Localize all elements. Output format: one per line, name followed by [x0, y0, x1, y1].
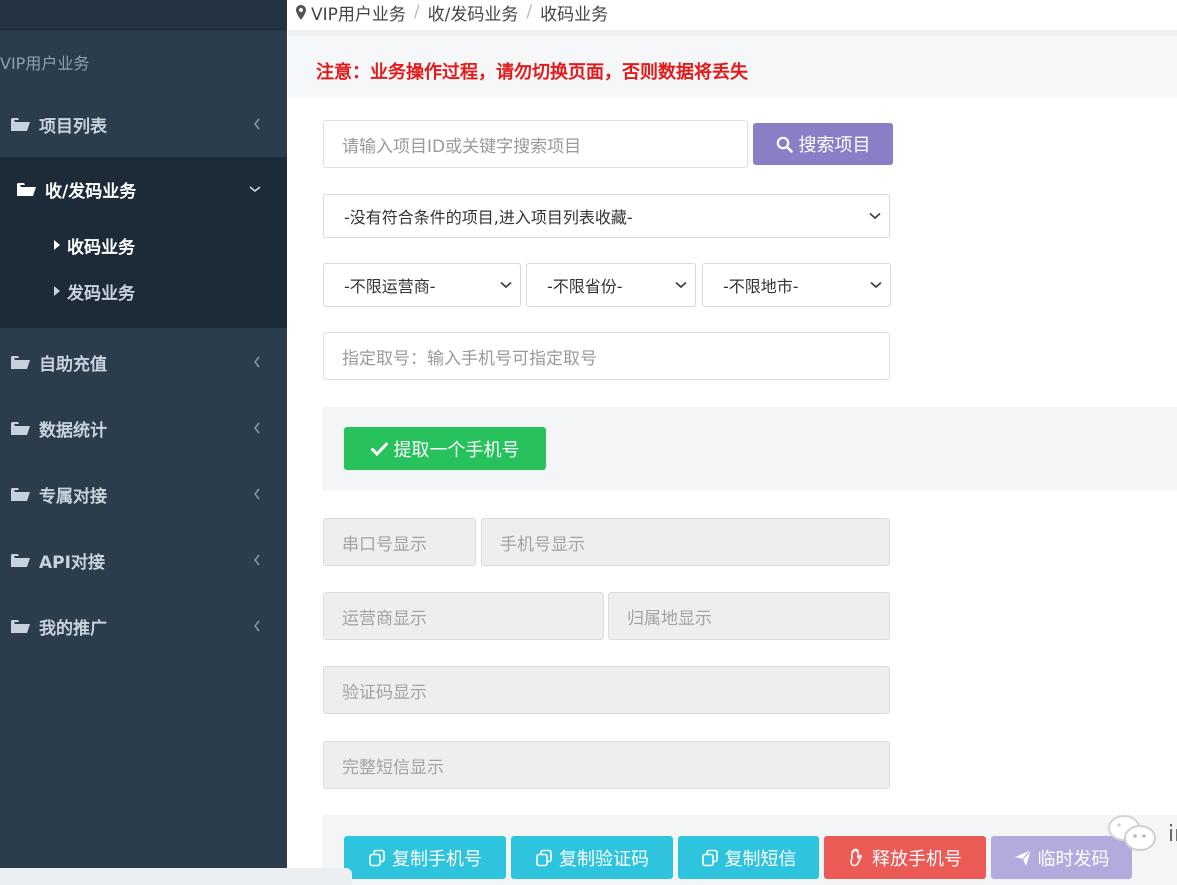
chevron-left-icon: [253, 340, 261, 384]
release-phone-button[interactable]: 释放手机号: [824, 836, 986, 879]
city-select-value: -不限地市-: [723, 277, 799, 296]
sidebar-subitem-label: 发码业务: [67, 283, 135, 304]
breadcrumb-item-vip[interactable]: VIP用户业务: [311, 0, 406, 25]
breadcrumb-separator: /: [413, 2, 420, 22]
copy-phone-button[interactable]: 复制手机号: [344, 836, 506, 879]
search-project-button[interactable]: 搜索项目: [753, 123, 893, 165]
paper-plane-icon: [1014, 849, 1031, 866]
sidebar-item-label: 我的推广: [39, 618, 107, 639]
sidebar: VIP用户业务 项目列表 收/发码业务 收码业务 发码业务 自助充值 数据统计 …: [0, 0, 287, 885]
chevron-left-icon: [253, 102, 261, 146]
bottom-bar: [0, 868, 352, 885]
caret-right-icon: [54, 240, 60, 250]
copy-sms-label: 复制短信: [724, 848, 797, 870]
notice-warning-text: 注意：业务操作过程，请勿切换页面，否则数据将丢失: [316, 62, 748, 83]
sidebar-item-projects[interactable]: 项目列表: [0, 102, 287, 146]
province-select[interactable]: -不限省份-: [526, 263, 696, 307]
sidebar-item-promotion[interactable]: 我的推广: [0, 604, 287, 648]
folder-icon: [11, 619, 31, 634]
location-display-field: 归属地显示: [608, 592, 890, 640]
chevron-down-icon: [500, 264, 512, 306]
folder-icon: [11, 487, 31, 502]
breadcrumb-item-receive-code: 收码业务: [540, 4, 609, 25]
map-pin-icon: [296, 4, 306, 20]
sidebar-item-label: 自助充值: [39, 354, 107, 375]
project-search-input[interactable]: 请输入项目ID或关键字搜索项目: [323, 120, 748, 168]
sidebar-item-label: API对接: [39, 552, 105, 573]
chevron-left-icon: [253, 472, 261, 516]
search-project-label: 搜索项目: [798, 135, 871, 156]
province-select-value: -不限省份-: [547, 277, 623, 296]
caret-right-icon: [54, 286, 60, 296]
chevron-down-icon: [869, 195, 881, 237]
copy-code-label: 复制验证码: [559, 848, 649, 870]
code-display-field: 验证码显示: [323, 666, 890, 714]
port-display-field: 串口号显示: [323, 518, 476, 566]
folder-icon: [11, 117, 31, 132]
search-icon: [776, 136, 793, 153]
folder-icon: [11, 355, 31, 370]
copy-code-button[interactable]: 复制验证码: [511, 836, 673, 879]
wechat-watermark-icon: [1104, 812, 1164, 856]
sidebar-subitem-receive-code[interactable]: 收码业务: [0, 227, 287, 263]
carrier-select[interactable]: -不限运营商-: [323, 263, 521, 307]
city-select[interactable]: -不限地市-: [702, 263, 891, 307]
sidebar-item-recharge[interactable]: 自助充值: [0, 340, 287, 384]
sidebar-item-statistics[interactable]: 数据统计: [0, 406, 287, 450]
chevron-down-icon: [249, 167, 261, 211]
sidebar-item-api[interactable]: API对接: [0, 538, 287, 582]
project-select[interactable]: -没有符合条件的项目,进入项目列表收藏-: [323, 194, 890, 238]
chevron-down-icon: [870, 264, 882, 306]
project-select-value: -没有符合条件的项目,进入项目列表收藏-: [344, 208, 633, 227]
carrier-select-value: -不限运营商-: [344, 277, 436, 296]
designate-number-input[interactable]: 指定取号：输入手机号可指定取号: [323, 332, 890, 380]
release-phone-label: 释放手机号: [872, 848, 962, 870]
sidebar-subitem-send-code[interactable]: 发码业务: [0, 273, 287, 309]
sidebar-item-label: 专属对接: [39, 486, 107, 507]
take-number-label: 提取一个手机号: [393, 439, 520, 461]
phone-display-field: 手机号显示: [481, 518, 890, 566]
sidebar-item-send-receive[interactable]: 收/发码业务: [0, 167, 287, 211]
sms-display-field: 完整短信显示: [323, 741, 890, 789]
chevron-down-icon: [675, 264, 687, 306]
breadcrumb-item-send-receive[interactable]: 收/发码业务: [428, 0, 519, 25]
carrier-display-field: 运营商显示: [323, 592, 604, 640]
copy-icon: [369, 849, 385, 866]
folder-icon: [11, 421, 31, 436]
breadcrumb-separator: /: [526, 2, 533, 22]
folder-icon: [11, 553, 31, 568]
take-number-button[interactable]: 提取一个手机号: [344, 427, 546, 470]
copy-icon: [536, 849, 552, 866]
chevron-left-icon: [253, 604, 261, 648]
check-icon: [370, 442, 388, 456]
folder-open-icon: [17, 182, 37, 197]
copy-sms-button[interactable]: 复制短信: [678, 836, 819, 879]
chevron-left-icon: [253, 406, 261, 450]
breadcrumb: VIP用户业务 / 收/发码业务 / 收码业务: [296, 0, 609, 25]
sidebar-item-label: 项目列表: [39, 116, 107, 137]
chevron-left-icon: [253, 538, 261, 582]
copy-phone-label: 复制手机号: [392, 848, 482, 870]
copy-icon: [701, 849, 718, 866]
sidebar-top-bar: [0, 0, 287, 30]
hand-icon: [850, 848, 862, 867]
temp-send-label: 临时发码: [1037, 848, 1110, 870]
sidebar-section-header: VIP用户业务: [0, 54, 90, 73]
sidebar-subitem-label: 收码业务: [67, 237, 135, 258]
watermark-text: iri: [1168, 822, 1177, 847]
sidebar-item-label: 收/发码业务: [45, 181, 137, 202]
sidebar-item-dedicated[interactable]: 专属对接: [0, 472, 287, 516]
sidebar-item-label: 数据统计: [39, 420, 107, 441]
